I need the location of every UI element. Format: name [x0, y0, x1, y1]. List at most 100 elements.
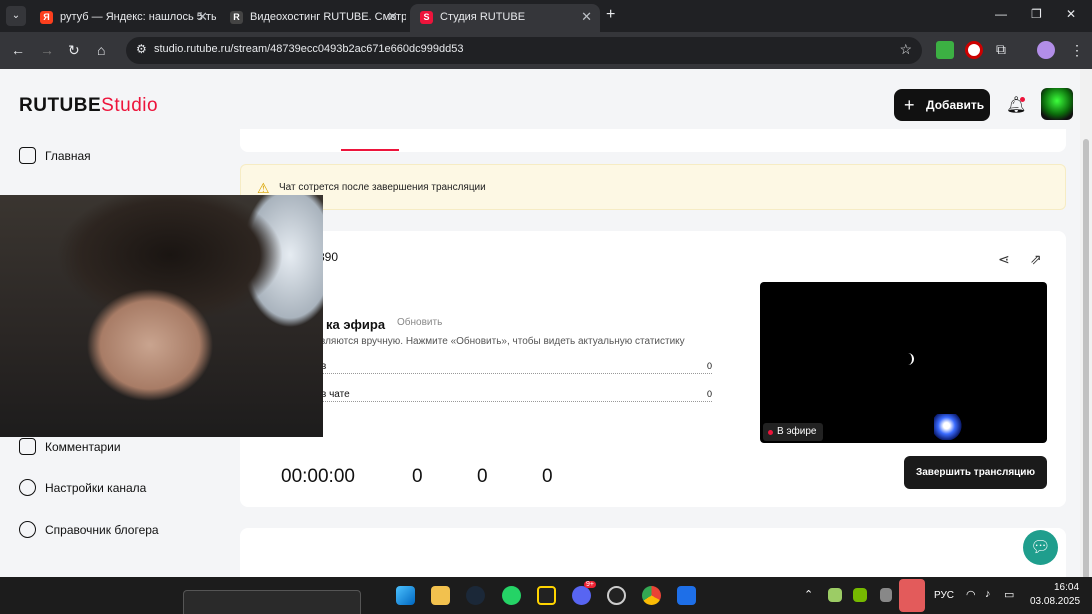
- volume-icon[interactable]: ♪: [985, 588, 991, 600]
- share-icon[interactable]: ⋖: [998, 251, 1010, 268]
- address-toolbar: ← → ↻ ⌂ ⚙ studio.rutube.ru/stream/48739e…: [0, 32, 1092, 69]
- stats-title: ка эфира: [326, 317, 386, 332]
- new-tab-icon[interactable]: +: [606, 6, 615, 24]
- yandex-favicon-icon: Я: [40, 11, 53, 24]
- sidebar-item-channel-settings[interactable]: Настройки канала: [19, 478, 146, 498]
- shield-extension-icon[interactable]: [936, 41, 954, 59]
- minimize-icon[interactable]: —: [995, 7, 1007, 21]
- mascot-icon: [934, 414, 962, 440]
- stat-value: 0: [702, 389, 712, 399]
- stat-row: в чате 0: [321, 389, 712, 402]
- discord-badge: 9+: [584, 581, 596, 588]
- comments-icon: [19, 438, 36, 455]
- close-tab-icon[interactable]: ✕: [581, 4, 592, 30]
- tab-search-menu[interactable]: ⌄: [6, 6, 26, 26]
- logo-rutube: RUTUBE: [19, 95, 102, 116]
- chat-notice: ⚠ Чат сотрется после завершения трансляц…: [240, 164, 1066, 210]
- nvidia-icon[interactable]: [853, 588, 867, 602]
- webcam-overlay: [0, 195, 323, 437]
- sidebar-item-comments[interactable]: Комментарии: [19, 437, 121, 457]
- home-icon: [19, 147, 36, 164]
- address-bar[interactable]: ⚙ studio.rutube.ru/stream/48739ecc0493b2…: [126, 37, 922, 64]
- live-badge: В эфире: [763, 423, 823, 441]
- info-icon: [19, 521, 36, 538]
- clock-time[interactable]: 16:04: [1054, 582, 1079, 593]
- user-avatar[interactable]: [1041, 88, 1073, 120]
- windows-taskbar: 9+ ⌃ РУС ◠ ♪ ▭ 16:04 03.08.2025: [0, 577, 1092, 614]
- studio-favicon-icon: S: [420, 11, 433, 24]
- reload-icon[interactable]: ↻: [68, 42, 80, 59]
- tray-app-icon[interactable]: [828, 588, 842, 602]
- stats-note: вляются вручную. Нажмите «Обновить», что…: [320, 336, 685, 347]
- whatsapp-icon[interactable]: [502, 586, 521, 605]
- tray-overflow-icon[interactable]: ⌃: [804, 588, 813, 601]
- windows-start-icon[interactable]: [396, 586, 415, 605]
- stat-label: в чате: [321, 389, 354, 400]
- microphone-icon[interactable]: [899, 579, 925, 612]
- refresh-stats-button[interactable]: Обновить: [397, 317, 442, 328]
- usb-icon[interactable]: [880, 588, 892, 602]
- tab-label: Студия RUTUBE: [440, 11, 526, 23]
- url-text: studio.rutube.ru/stream/48739ecc0493b2ac…: [154, 43, 464, 55]
- rutube-studio-logo[interactable]: RUTUBEStudio: [19, 95, 158, 117]
- metric-value: 0: [412, 466, 423, 487]
- lock-app-icon[interactable]: [537, 586, 556, 605]
- home-icon[interactable]: ⌂: [97, 42, 105, 58]
- file-explorer-icon[interactable]: [431, 586, 450, 605]
- clock-date[interactable]: 03.08.2025: [1030, 596, 1080, 607]
- taskbar-preview-bar: [183, 590, 361, 614]
- steam-icon[interactable]: [466, 586, 485, 605]
- lower-card: [240, 528, 1066, 577]
- notification-dot: [1020, 97, 1025, 102]
- page-scrollbar[interactable]: [1080, 69, 1092, 579]
- plus-icon: +: [904, 95, 915, 115]
- tab-rutube[interactable]: R Видеохостинг RUTUBE. Смотри ✕: [220, 4, 406, 32]
- restore-icon[interactable]: ❐: [1031, 7, 1042, 21]
- keyboard-language[interactable]: РУС: [934, 590, 954, 601]
- roblox-icon[interactable]: [677, 586, 696, 605]
- sidebar-item-label: Комментарии: [45, 440, 121, 454]
- forward-icon[interactable]: →: [40, 42, 54, 58]
- tab-rutube-studio[interactable]: S Студия RUTUBE ✕: [410, 4, 600, 32]
- chrome-icon[interactable]: [642, 586, 661, 605]
- opera-extension-icon[interactable]: [965, 41, 983, 59]
- close-tab-icon[interactable]: ✕: [197, 4, 208, 30]
- close-window-icon[interactable]: ✕: [1066, 7, 1076, 21]
- notice-text: Чат сотрется после завершения трансляции: [279, 182, 486, 193]
- site-info-icon[interactable]: ⚙: [136, 42, 147, 56]
- loading-spinner-icon: [902, 353, 914, 365]
- extensions-puzzle-icon[interactable]: ⧉: [996, 41, 1006, 58]
- active-tab-indicator: [341, 149, 399, 151]
- stat-row: в 0: [321, 361, 712, 374]
- open-external-icon[interactable]: ⇗: [1030, 251, 1042, 268]
- settings-icon: [19, 479, 36, 496]
- battery-icon[interactable]: ▭: [1004, 588, 1014, 601]
- sidebar-item-home[interactable]: Главная: [19, 146, 91, 166]
- bookmark-star-icon[interactable]: ☆: [899, 41, 912, 58]
- add-button[interactable]: + Добавить: [894, 89, 990, 121]
- end-stream-button[interactable]: Завершить трансляцию: [904, 456, 1047, 489]
- live-dot-icon: [768, 430, 773, 435]
- metric-value: 0: [542, 466, 553, 487]
- metric-value: 0: [477, 466, 488, 487]
- browser-menu-icon[interactable]: ⋮: [1070, 42, 1084, 59]
- help-chat-icon[interactable]: 💬︎: [1023, 530, 1058, 565]
- sidebar-item-label: Главная: [45, 149, 91, 163]
- add-button-label: Добавить: [926, 98, 985, 112]
- rutube-favicon-icon: R: [230, 11, 243, 24]
- back-icon[interactable]: ←: [11, 42, 25, 58]
- wifi-icon[interactable]: ◠: [966, 588, 976, 601]
- discord-icon[interactable]: [572, 586, 591, 605]
- profile-icon[interactable]: [1037, 41, 1055, 59]
- tab-yandex[interactable]: Я рутуб — Яндекс: нашлось 5 тыс ✕: [30, 4, 216, 32]
- browser-tabbar: ⌄ Я рутуб — Яндекс: нашлось 5 тыс ✕ R Ви…: [0, 0, 1092, 32]
- live-label: В эфире: [777, 426, 817, 437]
- sidebar-item-blogger-guide[interactable]: Справочник блогера: [19, 520, 159, 540]
- logo-studio: Studio: [101, 95, 159, 116]
- scrollbar-thumb[interactable]: [1083, 139, 1089, 579]
- tab-label: Видеохостинг RUTUBE. Смотри: [250, 11, 406, 23]
- obs-icon[interactable]: [607, 586, 626, 605]
- tab-label: рутуб — Яндекс: нашлось 5 тыс: [60, 11, 216, 23]
- close-tab-icon[interactable]: ✕: [387, 4, 398, 30]
- sidebar-item-label: Настройки канала: [45, 481, 147, 495]
